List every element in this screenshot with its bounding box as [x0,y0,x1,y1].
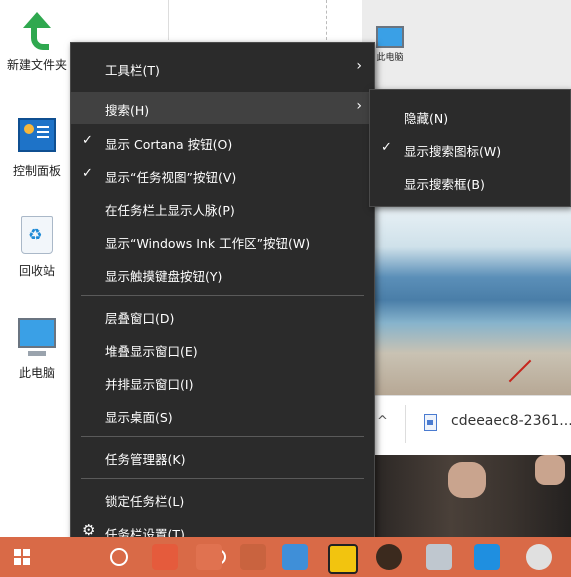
desktop-icon-label: 此电脑 [376,53,404,63]
desktop-icon-recycle-bin[interactable]: 回收站 [4,216,70,279]
folder-icon[interactable] [282,544,308,570]
start-button[interactable] [0,537,44,577]
menu-item-label: 在任务栏上显示人脉(P) [105,203,235,218]
desktop-icon-control-panel[interactable]: 控制面板 [4,118,70,179]
menu-item-label: 任务管理器(K) [105,452,186,467]
menu-separator [81,478,364,479]
file-icon [424,414,437,431]
desktop-icon-new-folder[interactable]: 新建文件夹 [4,12,70,73]
menu-item-label: 显示“Windows Ink 工作区”按钮(W) [105,236,311,251]
green-arrow-icon [19,12,55,50]
chevron-up-icon[interactable]: ^ [377,414,388,429]
menu-item-label: 层叠窗口(D) [105,311,175,326]
chrome-icon[interactable] [526,544,552,570]
submenu-item-show-search-icon[interactable]: ✓ 显示搜索图标(W) [370,133,570,165]
menu-item-label: 锁定任务栏(L) [105,494,185,509]
menu-item-label: 显示触摸键盘按钮(Y) [105,269,223,284]
taskbar-app-icon[interactable] [240,544,266,570]
menu-item-label: 工具栏(T) [105,63,160,78]
background-photo-hand [535,455,565,485]
desktop-icon-label: 此电脑 [18,366,55,380]
menu-item-side-by-side[interactable]: 并排显示窗口(I) [71,366,374,398]
chevron-right-icon: › [356,98,362,114]
menu-item-show-touch-keyboard[interactable]: 显示触摸键盘按钮(Y) [71,258,374,290]
menu-item-show-cortana[interactable]: ✓ 显示 Cortana 按钮(O) [71,126,374,158]
menu-item-label: 并排显示窗口(I) [105,377,194,392]
background-dashed-line [326,0,327,40]
control-panel-icon [18,118,56,152]
taskbar-app-icon[interactable] [152,544,178,570]
menu-item-label: 隐藏(N) [404,111,449,126]
menu-item-stack-windows[interactable]: 堆叠显示窗口(E) [71,333,374,365]
menu-item-label: 显示 Cortana 按钮(O) [105,137,233,152]
menu-item-show-desktop[interactable]: 显示桌面(S) [71,399,374,431]
menu-item-label: 显示桌面(S) [105,410,173,425]
taskbar-app-icon[interactable] [196,544,222,570]
menu-item-task-manager[interactable]: 任务管理器(K) [71,441,374,473]
chevron-right-icon: › [356,58,362,74]
desktop-icon-this-pc-2[interactable]: 此电脑 [370,26,410,63]
sticky-app-icon[interactable] [328,544,358,574]
background-photo-hand [448,462,486,498]
menu-item-label: 搜索(H) [105,103,150,118]
menu-item-search[interactable]: 搜索(H) › [71,92,374,124]
cortana-button[interactable] [98,537,226,577]
search-button[interactable] [48,537,128,577]
music-player-icon[interactable] [376,544,402,570]
yo-app-icon[interactable] [474,544,500,570]
menu-item-show-windows-ink[interactable]: 显示“Windows Ink 工作区”按钮(W) [71,225,374,257]
background-window-strip [168,0,369,40]
menu-item-label: 堆叠显示窗口(E) [105,344,198,359]
submenu-item-show-search-box[interactable]: 显示搜索框(B) [370,166,570,198]
download-filename[interactable]: cdeeaec8-2361.....m [451,413,571,429]
menu-item-show-people[interactable]: 在任务栏上显示人脉(P) [71,192,374,224]
desktop-icon-label: 新建文件夹 [6,58,67,72]
menu-item-toolbars[interactable]: 工具栏(T) › [71,52,374,84]
taskbar [0,537,571,577]
checkmark-icon: ✓ [82,133,93,148]
menu-item-lock-taskbar[interactable]: 锁定任务栏(L) [71,483,374,515]
menu-item-label: 显示搜索图标(W) [404,144,502,159]
windows-logo-icon [14,549,30,565]
taskbar-context-menu: 工具栏(T) › 搜索(H) › ✓ 显示 Cortana 按钮(O) ✓ 显示… [70,42,375,552]
background-sea-photo [370,205,571,395]
menu-item-label: 显示搜索框(B) [404,177,485,192]
search-submenu: 隐藏(N) ✓ 显示搜索图标(W) 显示搜索框(B) [369,89,571,207]
desktop-icon-label: 回收站 [18,264,55,278]
desktop-icon-this-pc[interactable]: 此电脑 [4,318,70,381]
computer-icon [376,26,404,48]
camera-app-icon[interactable] [426,544,452,570]
checkmark-icon: ✓ [381,140,392,155]
submenu-item-hidden[interactable]: 隐藏(N) [370,100,570,132]
checkmark-icon: ✓ [82,166,93,181]
computer-icon [18,318,56,356]
menu-item-cascade-windows[interactable]: 层叠窗口(D) [71,300,374,332]
menu-separator [81,295,364,296]
desktop-icon-label: 控制面板 [12,164,61,178]
download-bar-divider [405,405,406,443]
menu-item-label: 显示“任务视图”按钮(V) [105,170,237,185]
menu-item-show-task-view[interactable]: ✓ 显示“任务视图”按钮(V) [71,159,374,191]
recycle-bin-icon [21,216,53,254]
menu-separator [81,436,364,437]
